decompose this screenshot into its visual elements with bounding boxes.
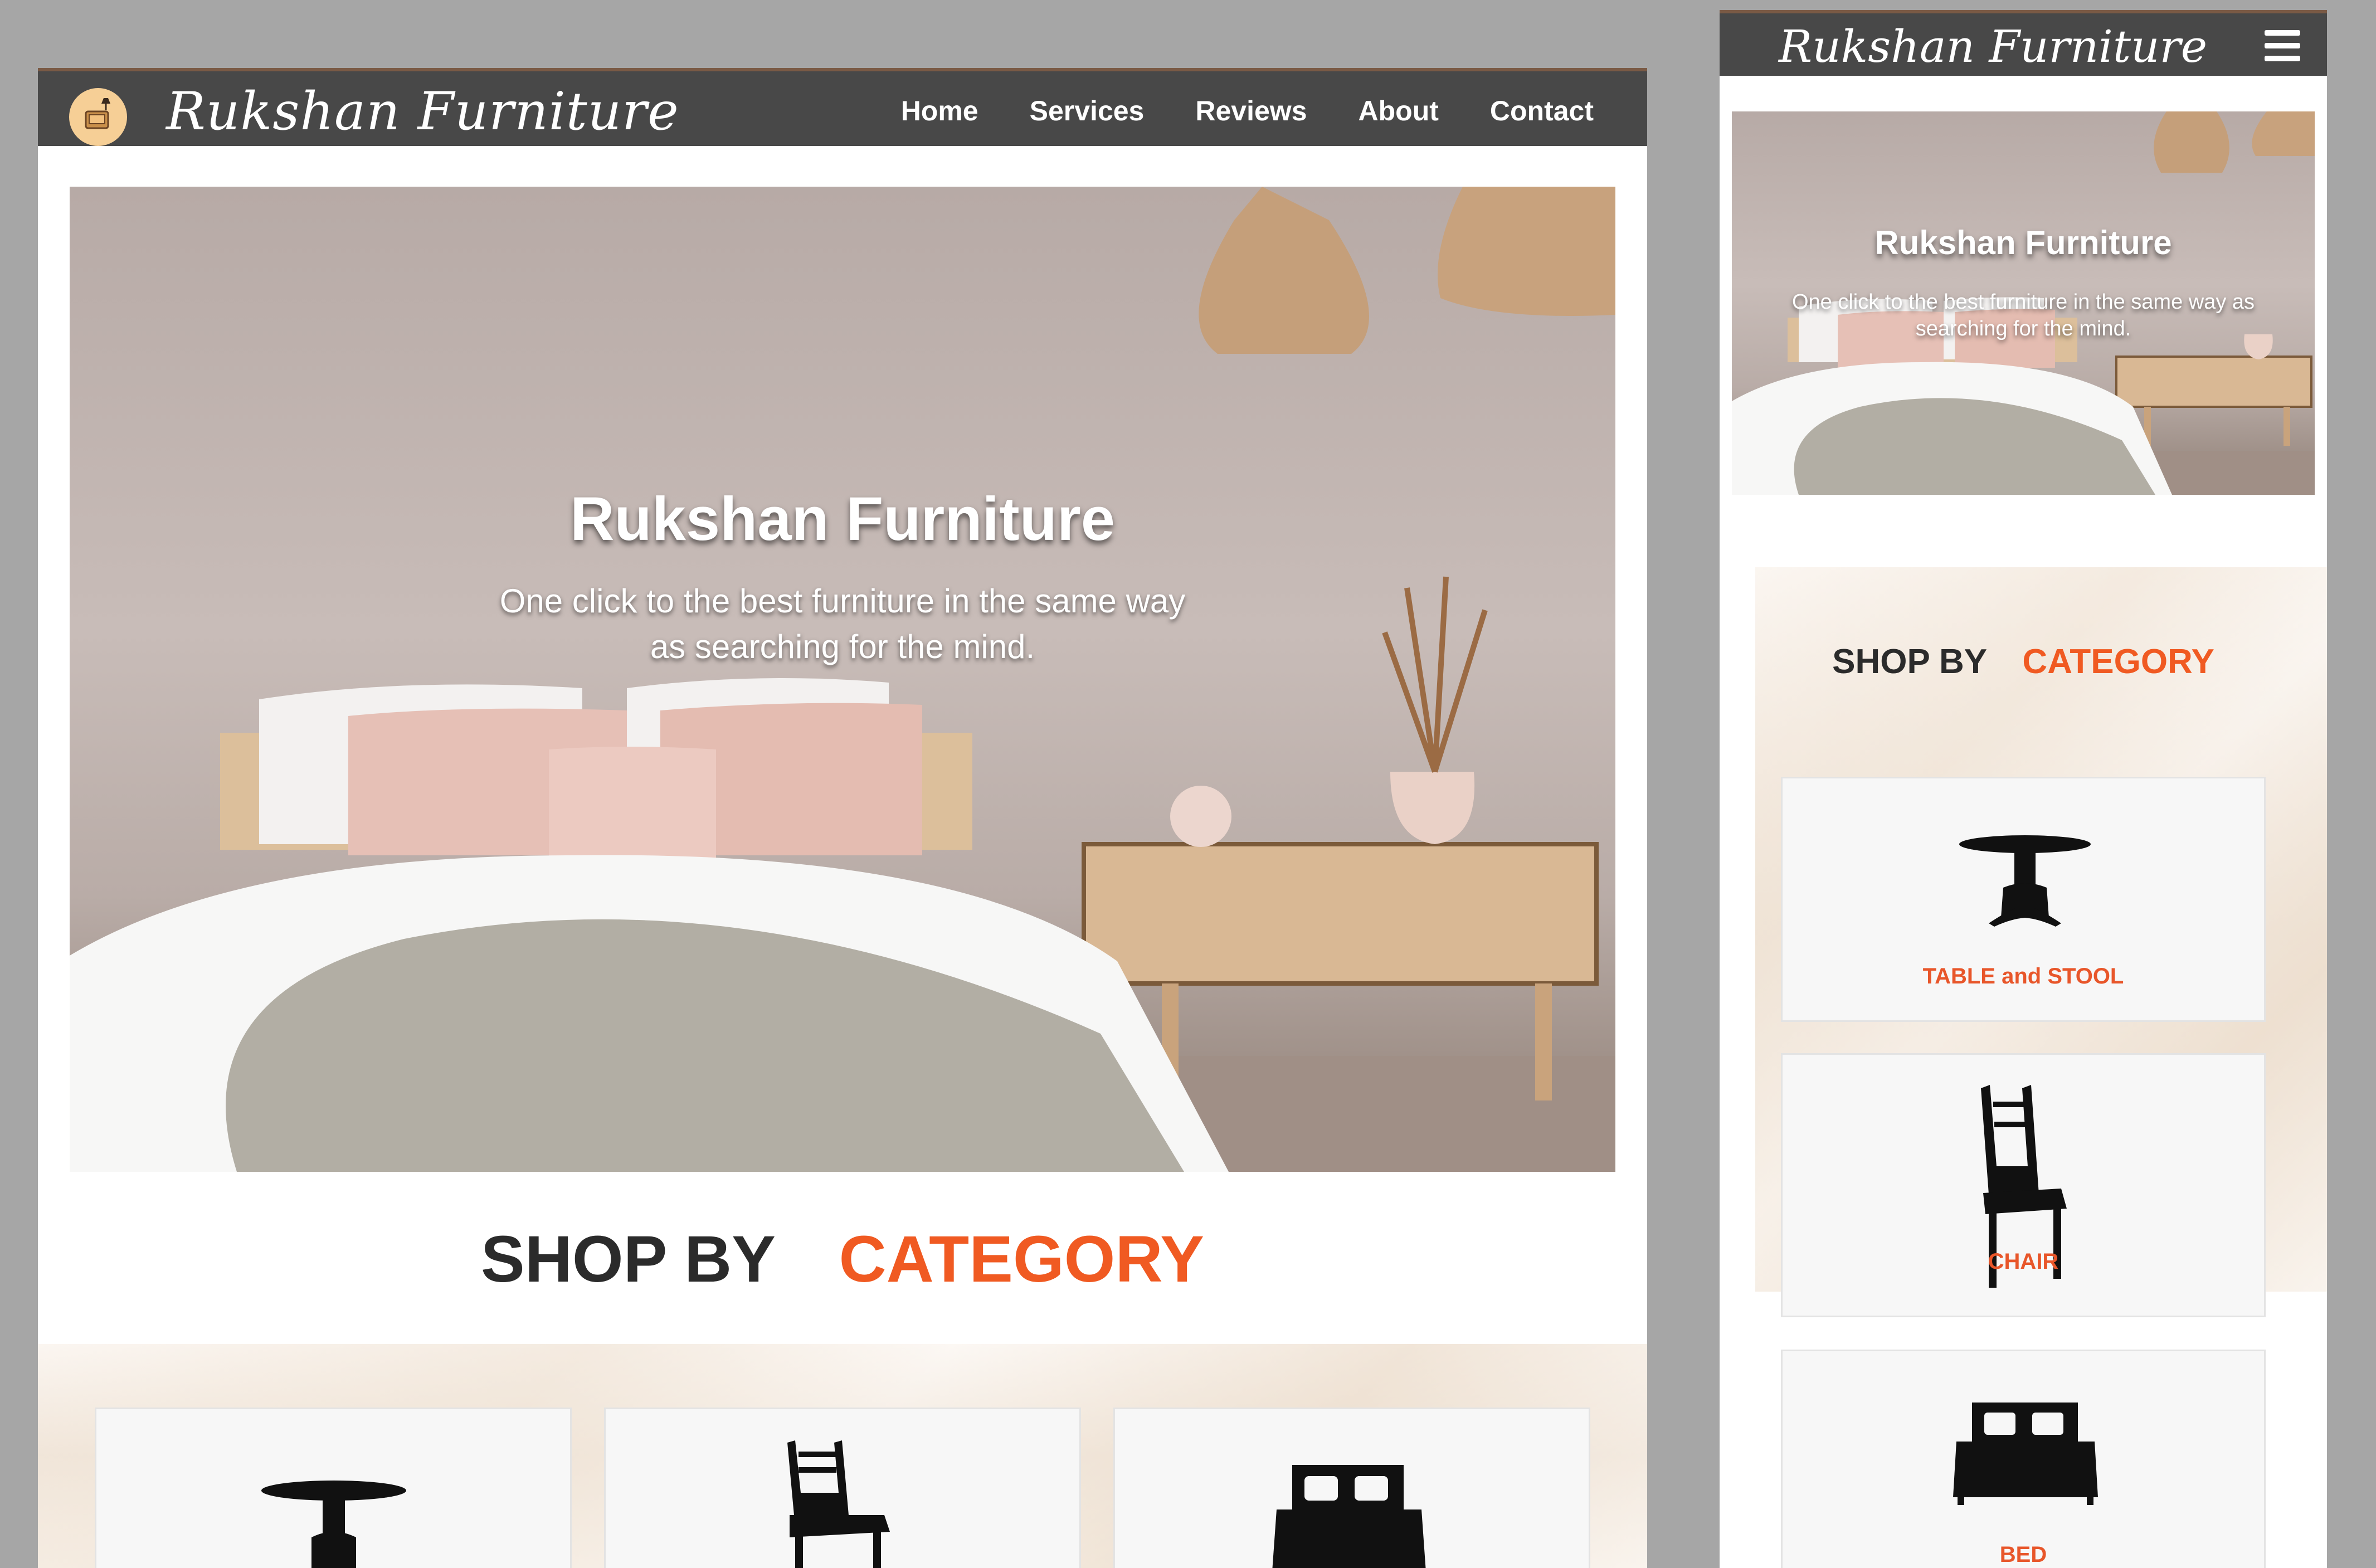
mobile-category-card-bed[interactable]: BED bbox=[1781, 1350, 2266, 1568]
desktop-nav-menu: Home Services Reviews About Contact bbox=[901, 91, 1594, 130]
hero-subtitle-line1: One click to the best furniture in the s… bbox=[499, 582, 1186, 620]
category-card-table[interactable] bbox=[95, 1408, 572, 1568]
category-text: CATEGORY bbox=[839, 1223, 1205, 1296]
nav-contact[interactable]: Contact bbox=[1490, 91, 1594, 130]
category-card-bed[interactable] bbox=[1113, 1408, 1590, 1568]
mobile-hero-title: Rukshan Furniture bbox=[1874, 224, 2172, 261]
mobile-category-text: CATEGORY bbox=[2022, 642, 2214, 681]
mobile-view: Rukshan Furniture Rukshan Furniture One … bbox=[1720, 10, 2327, 1568]
hero-title: Rukshan Furniture bbox=[570, 485, 1115, 553]
mobile-category-label-table: TABLE and STOOL bbox=[1922, 964, 2124, 988]
mobile-category-label-bed: BED bbox=[1999, 1542, 2047, 1567]
mobile-hero-subtitle-line1: One click to the best furniture in the s… bbox=[1791, 290, 2255, 314]
shop-by-text: SHOP BY bbox=[480, 1223, 775, 1296]
hamburger-menu-icon[interactable] bbox=[2265, 30, 2300, 61]
mobile-shop-by-text: SHOP BY bbox=[1832, 642, 1987, 681]
bed-icon bbox=[1953, 1403, 2098, 1505]
brand-logo-text[interactable]: Rukshan Furniture bbox=[166, 81, 679, 143]
table-icon bbox=[261, 1481, 406, 1568]
bed-icon bbox=[1272, 1465, 1426, 1568]
mobile-category-card-chair[interactable]: CHAIR bbox=[1781, 1053, 2266, 1317]
mobile-shop-by-category-heading: SHOP BY CATEGORY bbox=[1720, 640, 2327, 684]
nav-about[interactable]: About bbox=[1359, 91, 1439, 130]
mobile-category-card-table[interactable]: TABLE and STOOL bbox=[1781, 777, 2266, 1022]
hero-subtitle-line2: as searching for the mind. bbox=[650, 628, 1035, 665]
desktop-navbar: Rukshan Furniture Home Services Reviews … bbox=[38, 68, 1647, 146]
chair-icon bbox=[1981, 1085, 2067, 1288]
desktop-view: Rukshan Furniture Home Services Reviews … bbox=[38, 68, 1647, 1568]
chair-icon bbox=[787, 1440, 890, 1568]
nav-services[interactable]: Services bbox=[1030, 91, 1145, 130]
hero-bedroom-image bbox=[70, 187, 1615, 1172]
shop-by-category-heading: SHOP BY CATEGORY bbox=[38, 1221, 1647, 1297]
logo-badge-icon[interactable] bbox=[69, 88, 127, 146]
mobile-hero-banner: Rukshan Furniture One click to the best … bbox=[1732, 111, 2315, 495]
nav-reviews[interactable]: Reviews bbox=[1195, 91, 1307, 130]
mobile-navbar: Rukshan Furniture bbox=[1720, 10, 2327, 76]
mobile-category-label-chair: CHAIR bbox=[1988, 1249, 2059, 1274]
nav-home[interactable]: Home bbox=[901, 91, 978, 130]
hero-banner: Rukshan Furniture One click to the best … bbox=[70, 187, 1615, 1172]
mobile-hero-subtitle-line2: searching for the mind. bbox=[1915, 317, 2131, 340]
category-card-chair[interactable] bbox=[604, 1408, 1081, 1568]
mobile-brand-logo-text[interactable]: Rukshan Furniture bbox=[1779, 21, 2207, 72]
